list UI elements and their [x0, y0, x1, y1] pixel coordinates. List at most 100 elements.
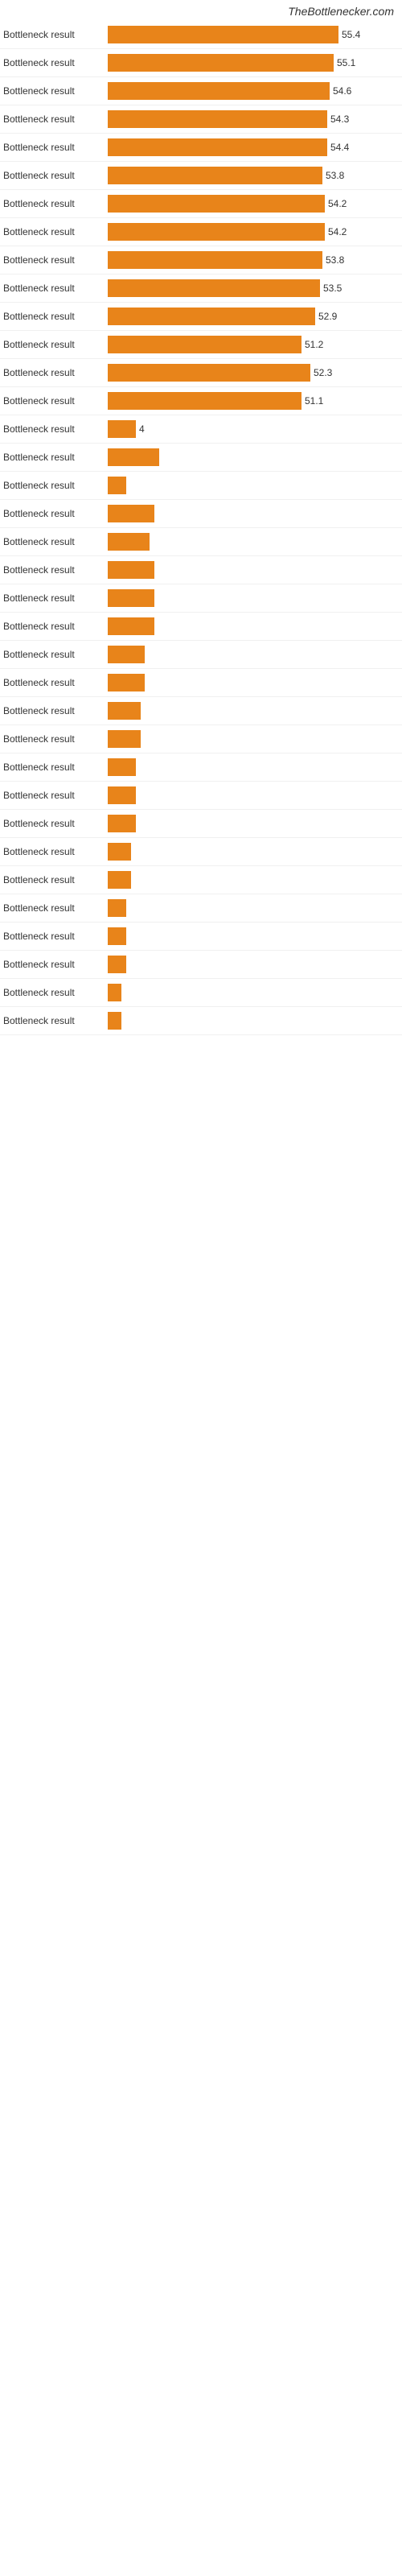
bar-row: Bottleneck result55.1: [0, 49, 402, 77]
bar-label: Bottleneck result: [3, 536, 108, 547]
bar-row: Bottleneck result: [0, 584, 402, 613]
bar-fill: [108, 223, 325, 241]
bar-label: Bottleneck result: [3, 762, 108, 773]
bar-row: Bottleneck result: [0, 866, 402, 894]
bar-container: [108, 674, 402, 691]
bar-label: Bottleneck result: [3, 564, 108, 576]
bar-row: Bottleneck result 53.8: [0, 246, 402, 275]
bar-row: Bottleneck result 52.3: [0, 359, 402, 387]
bar-label: Bottleneck result: [3, 170, 108, 181]
bar-container: 54.3: [108, 110, 402, 128]
bar-fill: [108, 561, 154, 579]
bar-row: Bottleneck result: [0, 669, 402, 697]
bar-fill: [108, 646, 145, 663]
bar-label: Bottleneck result: [3, 85, 108, 97]
bar-container: 51.1: [108, 392, 402, 410]
bar-value: 4: [139, 423, 145, 435]
bar-label: Bottleneck result: [3, 1015, 108, 1026]
bar-fill: [108, 589, 154, 607]
bar-row: Bottleneck result 53.5: [0, 275, 402, 303]
bar-container: [108, 984, 402, 1001]
bar-label: Bottleneck result: [3, 254, 108, 266]
bar-label: Bottleneck result: [3, 846, 108, 857]
bar-value: 53.8: [326, 254, 344, 266]
bar-value: 52.3: [314, 367, 332, 378]
bar-container: 53.8: [108, 167, 402, 184]
bar-fill: [108, 786, 136, 804]
bar-row: Bottleneck result: [0, 1007, 402, 1035]
bar-label: Bottleneck result: [3, 987, 108, 998]
bar-container: [108, 871, 402, 889]
bar-container: [108, 646, 402, 663]
bar-row: Bottleneck result54.2: [0, 190, 402, 218]
bar-container: 54.6: [108, 82, 402, 100]
bar-row: Bottleneck result: [0, 472, 402, 500]
bar-container: [108, 730, 402, 748]
bar-fill: [108, 308, 315, 325]
site-header: TheBottlenecker.com: [0, 0, 402, 21]
bar-fill: [108, 1012, 121, 1030]
bar-fill: [108, 195, 325, 213]
bar-label: Bottleneck result: [3, 395, 108, 407]
bar-row: Bottleneck result: [0, 782, 402, 810]
bar-container: 52.3: [108, 364, 402, 382]
bar-container: 55.4: [108, 26, 402, 43]
bar-row: Bottleneck result4: [0, 415, 402, 444]
bar-value: 53.5: [323, 283, 342, 294]
bar-value: 52.9: [318, 311, 337, 322]
bar-label: Bottleneck result: [3, 931, 108, 942]
bar-container: [108, 899, 402, 917]
bar-fill: [108, 758, 136, 776]
bar-container: 51.2: [108, 336, 402, 353]
bar-fill: [108, 899, 126, 917]
bar-container: [108, 786, 402, 804]
bar-value: 55.1: [337, 57, 355, 68]
bar-label: Bottleneck result: [3, 902, 108, 914]
bar-fill: [108, 871, 131, 889]
bar-fill: [108, 815, 136, 832]
bar-container: 54.2: [108, 195, 402, 213]
bar-label: Bottleneck result: [3, 311, 108, 322]
bar-row: Bottleneck result54.4: [0, 134, 402, 162]
bar-row: Bottleneck result: [0, 613, 402, 641]
bar-fill: [108, 730, 141, 748]
bar-container: [108, 477, 402, 494]
bar-container: [108, 448, 402, 466]
bar-container: [108, 927, 402, 945]
bar-container: [108, 815, 402, 832]
bar-container: 54.4: [108, 138, 402, 156]
bar-value: 54.6: [333, 85, 351, 97]
bar-fill: [108, 82, 330, 100]
bar-label: Bottleneck result: [3, 874, 108, 886]
bar-row: Bottleneck result54.3: [0, 105, 402, 134]
bar-label: Bottleneck result: [3, 677, 108, 688]
bar-row: Bottleneck result: [0, 500, 402, 528]
bar-row: Bottleneck result: [0, 894, 402, 923]
bar-row: Bottleneck result: [0, 556, 402, 584]
bar-container: [108, 843, 402, 861]
bar-fill: [108, 956, 126, 973]
bar-container: 55.1: [108, 54, 402, 72]
bar-label: Bottleneck result: [3, 790, 108, 801]
bar-container: [108, 702, 402, 720]
bar-container: 53.5: [108, 279, 402, 297]
bar-label: Bottleneck result: [3, 705, 108, 716]
bar-fill: [108, 138, 327, 156]
bar-row: Bottleneck result: [0, 641, 402, 669]
bar-value: 54.4: [330, 142, 349, 153]
bar-fill: [108, 251, 322, 269]
bar-label: Bottleneck result: [3, 621, 108, 632]
bar-value: 51.1: [305, 395, 323, 407]
bar-label: Bottleneck result: [3, 283, 108, 294]
bar-row: Bottleneck result: [0, 810, 402, 838]
bar-fill: [108, 617, 154, 635]
bar-row: Bottleneck result: [0, 528, 402, 556]
bar-fill: [108, 448, 159, 466]
bar-value: 53.8: [326, 170, 344, 181]
bar-container: [108, 561, 402, 579]
bar-row: Bottleneck result: [0, 725, 402, 753]
bar-fill: [108, 279, 320, 297]
bar-label: Bottleneck result: [3, 367, 108, 378]
bar-label: Bottleneck result: [3, 198, 108, 209]
bar-label: Bottleneck result: [3, 818, 108, 829]
